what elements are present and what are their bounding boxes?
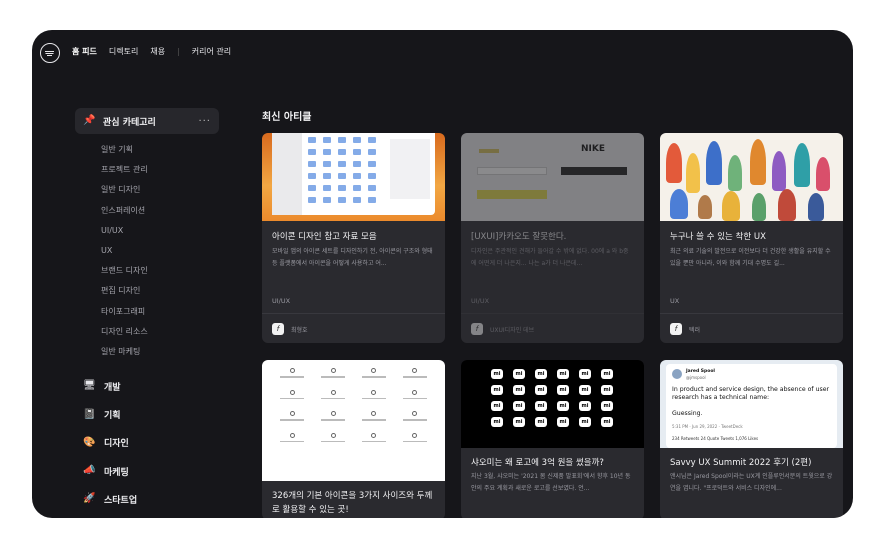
nav-item-directory[interactable]: 디렉토리 — [109, 46, 138, 57]
article-tag[interactable]: UI/UX — [471, 297, 489, 305]
article-title[interactable]: 샤오미는 왜 로고에 3억 원을 썼을까? — [471, 456, 604, 468]
article-author[interactable]: f UXUI디자인 데브 — [471, 323, 534, 335]
sidebar: 📌 관심 카테고리 ··· 일반 기획 프로젝트 관리 일반 디자인 인스퍼레이… — [75, 108, 219, 514]
article-thumbnail — [262, 360, 445, 481]
interest-category-label: 관심 카테고리 — [103, 117, 156, 128]
sidebar-item-general-planning[interactable]: 일반 기획 — [75, 140, 219, 160]
monitor-icon: 🖥 — [83, 380, 96, 392]
article-card[interactable]: 326개의 기본 아이콘을 3가지 사이즈와 두께로 활용할 수 있는 곳! — [262, 360, 445, 518]
article-thumbnail: NIKE — [461, 133, 644, 221]
pin-icon: 📌 — [83, 115, 96, 126]
sidebar-group-label: 마케팅 — [104, 467, 129, 478]
sidebar-item-ux[interactable]: UX — [75, 241, 219, 261]
sidebar-group-label: 디자인 — [104, 439, 129, 450]
top-navigation: 홈 피드 디렉토리 채용 | 커리어 관리 — [32, 30, 853, 76]
sidebar-group-startup[interactable]: 🚀 스타트업 — [75, 485, 219, 513]
sidebar-item-design-resources[interactable]: 디자인 리소스 — [75, 322, 219, 342]
article-title[interactable]: 아이콘 디자인 참고 자료 모음 — [272, 230, 377, 242]
sidebar-group-development[interactable]: 🖥 개발 — [75, 372, 219, 400]
article-card[interactable]: Jared Spool @jmspool In product and serv… — [660, 360, 843, 518]
nav-item-career[interactable]: 커리어 관리 — [192, 46, 231, 57]
sidebar-group-marketing[interactable]: 📣 마케팅 — [75, 457, 219, 485]
logo-icon[interactable] — [40, 43, 60, 63]
article-thumbnail: Jared Spool @jmspool In product and serv… — [660, 360, 843, 448]
sidebar-item-brand-design[interactable]: 브랜드 디자인 — [75, 261, 219, 281]
sidebar-group-label: 기획 — [104, 411, 121, 421]
author-name: 텍러 — [689, 326, 701, 334]
sidebar-group-label: 스타트업 — [104, 495, 138, 506]
article-title[interactable]: Savvy UX Summit 2022 후기 (2편) — [670, 456, 811, 468]
sidebar-group-planning[interactable]: 📓 기획 — [75, 400, 219, 428]
tweet-stats: 234 Retweets 24 Quote Tweets 1,076 Likes — [672, 436, 759, 441]
article-thumbnail — [660, 133, 843, 221]
tweet-author: Jared Spool — [686, 369, 715, 374]
article-author[interactable]: f 최형호 — [272, 323, 308, 335]
brand-logo-text: NIKE — [581, 144, 606, 154]
author-avatar-icon: f — [272, 323, 284, 335]
article-title[interactable]: 326개의 기본 아이콘을 3가지 사이즈와 두께로 활용할 수 있는 곳! — [272, 489, 437, 517]
category-group-list: 🖥 개발 📓 기획 🎨 디자인 📣 마케팅 🚀 스타트업 — [75, 372, 219, 513]
article-tag[interactable]: UI/UX — [272, 297, 290, 305]
notepad-icon: 📓 — [83, 408, 96, 420]
article-card[interactable]: NIKE [UXUI]카카오도 잘못한다. 디자인은 주관적인 견해가 들어갈 … — [461, 133, 644, 343]
tweet-text-2: Guessing. — [672, 410, 703, 417]
tweet-text: In product and service design, the absen… — [672, 386, 830, 401]
sidebar-item-general-design[interactable]: 일반 디자인 — [75, 180, 219, 200]
article-thumbnail — [262, 133, 445, 221]
article-author[interactable]: f 텍러 — [670, 323, 700, 335]
nav-separator: | — [177, 47, 180, 56]
author-avatar-icon: f — [670, 323, 682, 335]
palette-icon: 🎨 — [83, 436, 96, 448]
sidebar-item-general-marketing[interactable]: 일반 마케팅 — [75, 342, 219, 362]
rocket-icon: 🚀 — [83, 493, 96, 505]
article-card[interactable]: mi mi mi mi mi mi mi mi mi mi mi mi mi mi mi mi mi mi m… — [461, 360, 644, 518]
tweet-meta: 5:31 PM · Jun 29, 2022 · TweetDeck — [672, 424, 743, 429]
sidebar-item-inspiration[interactable]: 인스퍼레이션 — [75, 201, 219, 221]
article-description: 최근 의료 기술의 발전으로 이전보다 더 건강한 생활을 유지할 수 있을 뿐… — [670, 248, 831, 267]
tweet-avatar — [672, 369, 682, 379]
article-title[interactable]: 누구나 쓸 수 있는 착한 UX — [670, 230, 766, 242]
article-tag[interactable]: UX — [670, 297, 679, 305]
article-description: 지난 3월, 샤오미는 '2021 봄 신제품 발표회'에서 향후 10년 동안… — [471, 473, 631, 492]
sidebar-item-typography[interactable]: 타이포그래피 — [75, 302, 219, 322]
latest-articles-title: 최신 아티클 — [262, 112, 312, 123]
author-name: 최형호 — [291, 326, 308, 334]
article-card[interactable]: 누구나 쓸 수 있는 착한 UX 최근 의료 기술의 발전으로 이전보다 더 건… — [660, 133, 843, 343]
article-description: 디자인은 주관적인 견해가 들어갈 수 밖에 없다. 00에 a 와 b중에 어… — [471, 248, 629, 267]
app-window: 홈 피드 디렉토리 채용 | 커리어 관리 📌 관심 카테고리 ··· 일반 기… — [32, 30, 853, 518]
article-card[interactable]: 아이콘 디자인 참고 자료 모음 모바일 앱의 아이콘 세트를 디자인하기 전,… — [262, 133, 445, 343]
nav-item-jobs[interactable]: 채용 — [150, 46, 165, 57]
interest-sub-list: 일반 기획 프로젝트 관리 일반 디자인 인스퍼레이션 UI/UX UX 브랜드… — [75, 140, 219, 362]
nav-item-home-feed[interactable]: 홈 피드 — [72, 46, 97, 57]
interest-category-header[interactable]: 📌 관심 카테고리 ··· — [75, 108, 219, 134]
sidebar-group-design[interactable]: 🎨 디자인 — [75, 429, 219, 457]
article-title[interactable]: [UXUI]카카오도 잘못한다. — [471, 230, 566, 242]
author-name: UXUI디자인 데브 — [490, 326, 535, 334]
sidebar-group-label: 개발 — [104, 382, 121, 393]
author-avatar-icon: f — [471, 323, 483, 335]
more-icon[interactable]: ··· — [198, 116, 211, 127]
sidebar-item-uiux[interactable]: UI/UX — [75, 221, 219, 241]
sidebar-item-editorial-design[interactable]: 편집 디자인 — [75, 281, 219, 301]
tweet-handle: @jmspool — [686, 375, 706, 380]
article-description: 모바일 앱의 아이콘 세트를 디자인하기 전, 아이콘의 구조와 형태 등 플랫… — [272, 248, 433, 267]
article-thumbnail: mi mi mi mi mi mi mi mi mi mi mi mi mi mi mi mi mi mi m… — [461, 360, 644, 448]
megaphone-icon: 📣 — [83, 465, 96, 477]
sidebar-item-project-management[interactable]: 프로젝트 관리 — [75, 160, 219, 180]
article-description: 앤시님은 Jared Spool이라는 UX계 인플루언서분의 트윗으로 강연을… — [670, 473, 833, 492]
